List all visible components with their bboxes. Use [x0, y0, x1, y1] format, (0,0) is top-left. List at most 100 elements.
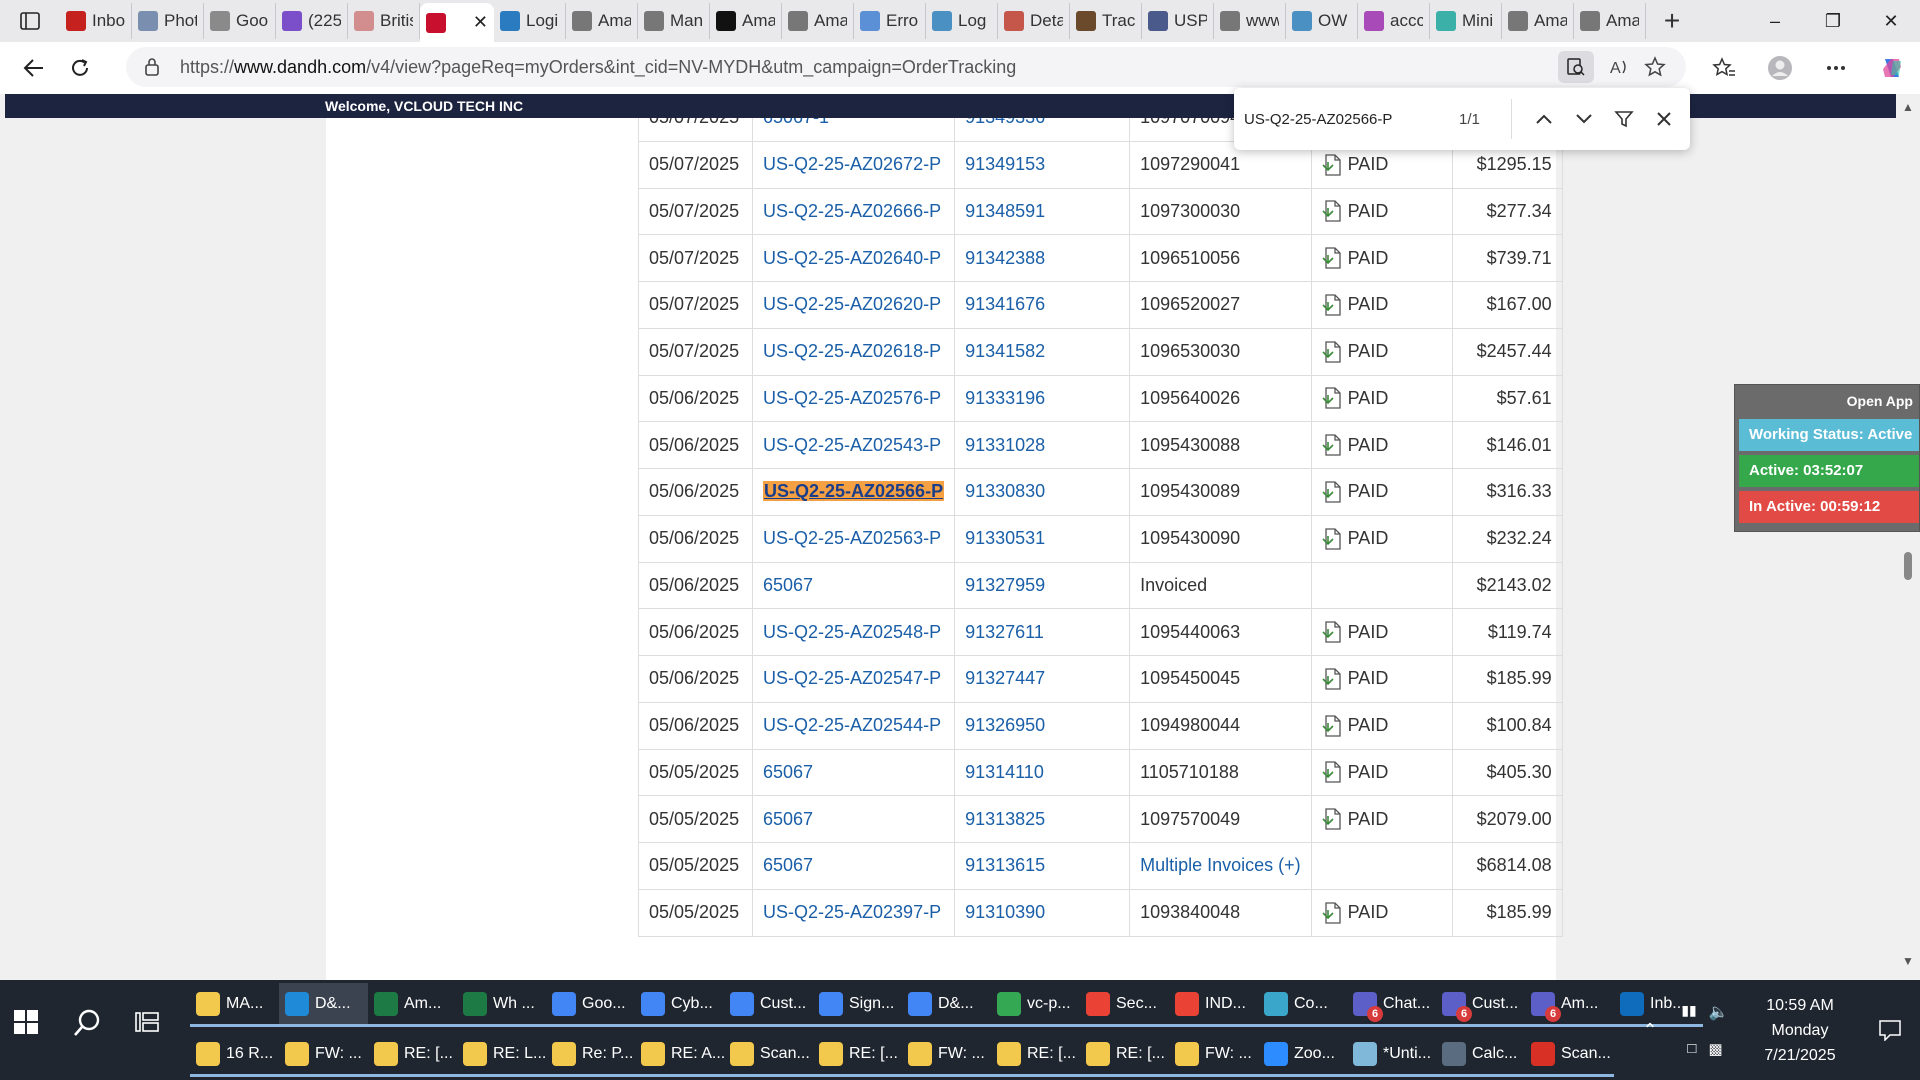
- status-badge[interactable]: PAID: [1322, 668, 1442, 690]
- po-number-link[interactable]: 65067: [751, 842, 956, 890]
- order-number-link-text[interactable]: 91331028: [965, 435, 1045, 455]
- close-window-button[interactable]: ✕: [1862, 0, 1920, 42]
- po-number-link-text[interactable]: 65067: [763, 855, 813, 875]
- browser-tab[interactable]: Mini: [1430, 3, 1502, 39]
- po-number-link-text[interactable]: 65067: [763, 762, 813, 782]
- invoice-download-icon[interactable]: [1322, 808, 1342, 830]
- po-number-link[interactable]: US-Q2-25-AZ02543-P: [751, 421, 956, 469]
- status-badge[interactable]: PAID: [1322, 294, 1442, 316]
- order-number-link[interactable]: 91330830: [954, 468, 1131, 516]
- invoice-download-icon[interactable]: [1322, 200, 1342, 223]
- find-next-button[interactable]: [1564, 99, 1604, 139]
- address-bar[interactable]: https://www.dandh.com/v4/view?pageReq=my…: [126, 47, 1686, 87]
- taskbar-app-button[interactable]: FW: ...: [902, 1033, 991, 1077]
- po-number-link-text[interactable]: US-Q2-25-AZ02576-P: [763, 388, 941, 408]
- page-scrollbar[interactable]: ▲ ▼: [1896, 94, 1920, 980]
- taskbar-app-button[interactable]: vc-p...: [991, 983, 1080, 1027]
- order-number-link[interactable]: 91341676: [954, 281, 1131, 329]
- browser-tab[interactable]: Goo: [204, 3, 276, 39]
- new-tab-button[interactable]: +: [1652, 3, 1692, 39]
- order-number-link-text[interactable]: 91333196: [965, 388, 1045, 408]
- status-badge[interactable]: PAID: [1322, 901, 1442, 924]
- order-number-link-text[interactable]: 91342388: [965, 248, 1045, 268]
- taskbar-app-button[interactable]: RE: [...: [991, 1033, 1080, 1077]
- order-number-link[interactable]: 91327447: [954, 655, 1131, 703]
- status-badge[interactable]: PAID: [1322, 481, 1442, 503]
- order-number-link-text[interactable]: 91313825: [965, 809, 1045, 829]
- order-number-link[interactable]: 91327611: [954, 608, 1131, 656]
- browser-tab[interactable]: Phot: [132, 3, 204, 39]
- browser-tab[interactable]: (225: [276, 3, 348, 39]
- taskbar-app-button[interactable]: Calc...: [1436, 1033, 1525, 1077]
- invoice-cell[interactable]: Multiple Invoices (+): [1129, 842, 1312, 890]
- po-number-link-text[interactable]: 65067: [763, 575, 813, 595]
- po-number-link[interactable]: US-Q2-25-AZ02544-P: [751, 701, 956, 750]
- browser-tab[interactable]: OW: [1286, 3, 1358, 39]
- start-button[interactable]: [14, 1010, 38, 1039]
- taskbar-app-button[interactable]: Sec...: [1080, 983, 1169, 1027]
- read-aloud-icon[interactable]: A: [1608, 57, 1630, 77]
- order-number-link-text[interactable]: 91348591: [965, 201, 1045, 221]
- order-number-link[interactable]: 91331028: [954, 421, 1131, 469]
- order-number-link-text[interactable]: 91327447: [965, 668, 1045, 688]
- find-filter-button[interactable]: [1604, 99, 1644, 139]
- browser-tab[interactable]: accc: [1358, 3, 1430, 39]
- invoice-download-icon[interactable]: [1322, 247, 1342, 269]
- po-number-link-text[interactable]: US-Q2-25-AZ02544-P: [763, 715, 941, 735]
- invoice-cell-text[interactable]: Multiple Invoices (+): [1140, 855, 1301, 875]
- scroll-thumb[interactable]: [1904, 552, 1912, 580]
- invoice-download-icon[interactable]: [1322, 668, 1342, 690]
- invoice-download-icon[interactable]: [1322, 387, 1342, 410]
- status-badge[interactable]: PAID: [1322, 247, 1442, 269]
- browser-tab[interactable]: www: [1214, 3, 1286, 39]
- po-number-link-text[interactable]: US-Q2-25-AZ02618-P: [763, 341, 941, 361]
- taskbar-app-button[interactable]: 6 Am...: [1525, 983, 1614, 1027]
- taskbar-app-button[interactable]: IND...: [1169, 983, 1258, 1027]
- volume-icon[interactable]: 🔈: [1709, 1002, 1729, 1022]
- taskbar-app-button[interactable]: FW: ...: [1169, 1033, 1258, 1077]
- taskbar-app-button[interactable]: Cyb...: [635, 983, 724, 1027]
- po-number-link-text[interactable]: US-Q2-25-AZ02563-P: [763, 528, 941, 548]
- po-number-link[interactable]: US-Q2-25-AZ02397-P: [751, 888, 956, 937]
- favorites-button[interactable]: [1696, 42, 1752, 94]
- browser-tab[interactable]: USP: [1142, 3, 1214, 39]
- taskbar-search-button[interactable]: [72, 1008, 102, 1043]
- order-number-link[interactable]: 91326950: [954, 701, 1131, 750]
- browser-tab[interactable]: Erro: [854, 3, 926, 39]
- order-number-link[interactable]: 91342388: [954, 234, 1131, 282]
- profile-button[interactable]: [1752, 42, 1808, 94]
- taskbar-app-button[interactable]: Scan...: [724, 1033, 813, 1077]
- task-view-button[interactable]: [134, 1010, 160, 1039]
- order-number-link[interactable]: 91341582: [954, 327, 1131, 376]
- taskbar-app-button[interactable]: RE: [...: [368, 1033, 457, 1077]
- status-badge[interactable]: PAID: [1322, 527, 1442, 550]
- taskbar-app-button[interactable]: Re: P...: [546, 1033, 635, 1077]
- order-number-link-text[interactable]: 91310390: [965, 902, 1045, 922]
- order-number-link-text[interactable]: 91341676: [965, 294, 1045, 314]
- network-icon[interactable]: ▩: [1708, 1040, 1722, 1058]
- browser-tab[interactable]: Britis: [348, 3, 420, 39]
- minimize-button[interactable]: –: [1746, 0, 1804, 42]
- status-badge[interactable]: PAID: [1322, 761, 1442, 784]
- order-number-link[interactable]: 91313615: [954, 842, 1131, 890]
- invoice-download-icon[interactable]: [1322, 294, 1342, 316]
- taskbar-app-button[interactable]: Scan...: [1525, 1033, 1614, 1077]
- taskbar-app-button[interactable]: MA...: [190, 983, 279, 1027]
- invoice-download-icon[interactable]: [1322, 621, 1342, 643]
- browser-tab[interactable]: Ama: [782, 3, 854, 39]
- invoice-download-icon[interactable]: [1322, 340, 1342, 363]
- po-number-link-text[interactable]: US-Q2-25-AZ02672-P: [763, 154, 941, 174]
- po-number-link[interactable]: 65067: [751, 561, 956, 610]
- browser-tab[interactable]: Ama: [1502, 3, 1574, 39]
- order-number-link[interactable]: 91348591: [954, 187, 1131, 236]
- po-number-link-text[interactable]: US-Q2-25-AZ02547-P: [763, 668, 941, 688]
- find-previous-button[interactable]: [1524, 99, 1564, 139]
- open-app-button[interactable]: Open App: [1735, 385, 1919, 417]
- browser-tab[interactable]: Deta: [998, 3, 1070, 39]
- po-number-link[interactable]: US-Q2-25-AZ02620-P: [751, 281, 956, 329]
- taskbar-app-button[interactable]: *Unti...: [1347, 1033, 1436, 1077]
- maximize-button[interactable]: ❐: [1804, 0, 1862, 42]
- status-badge[interactable]: PAID: [1322, 621, 1442, 643]
- status-badge[interactable]: PAID: [1322, 808, 1442, 830]
- taskbar-clock[interactable]: 10:59 AM Monday 7/21/2025: [1740, 993, 1860, 1068]
